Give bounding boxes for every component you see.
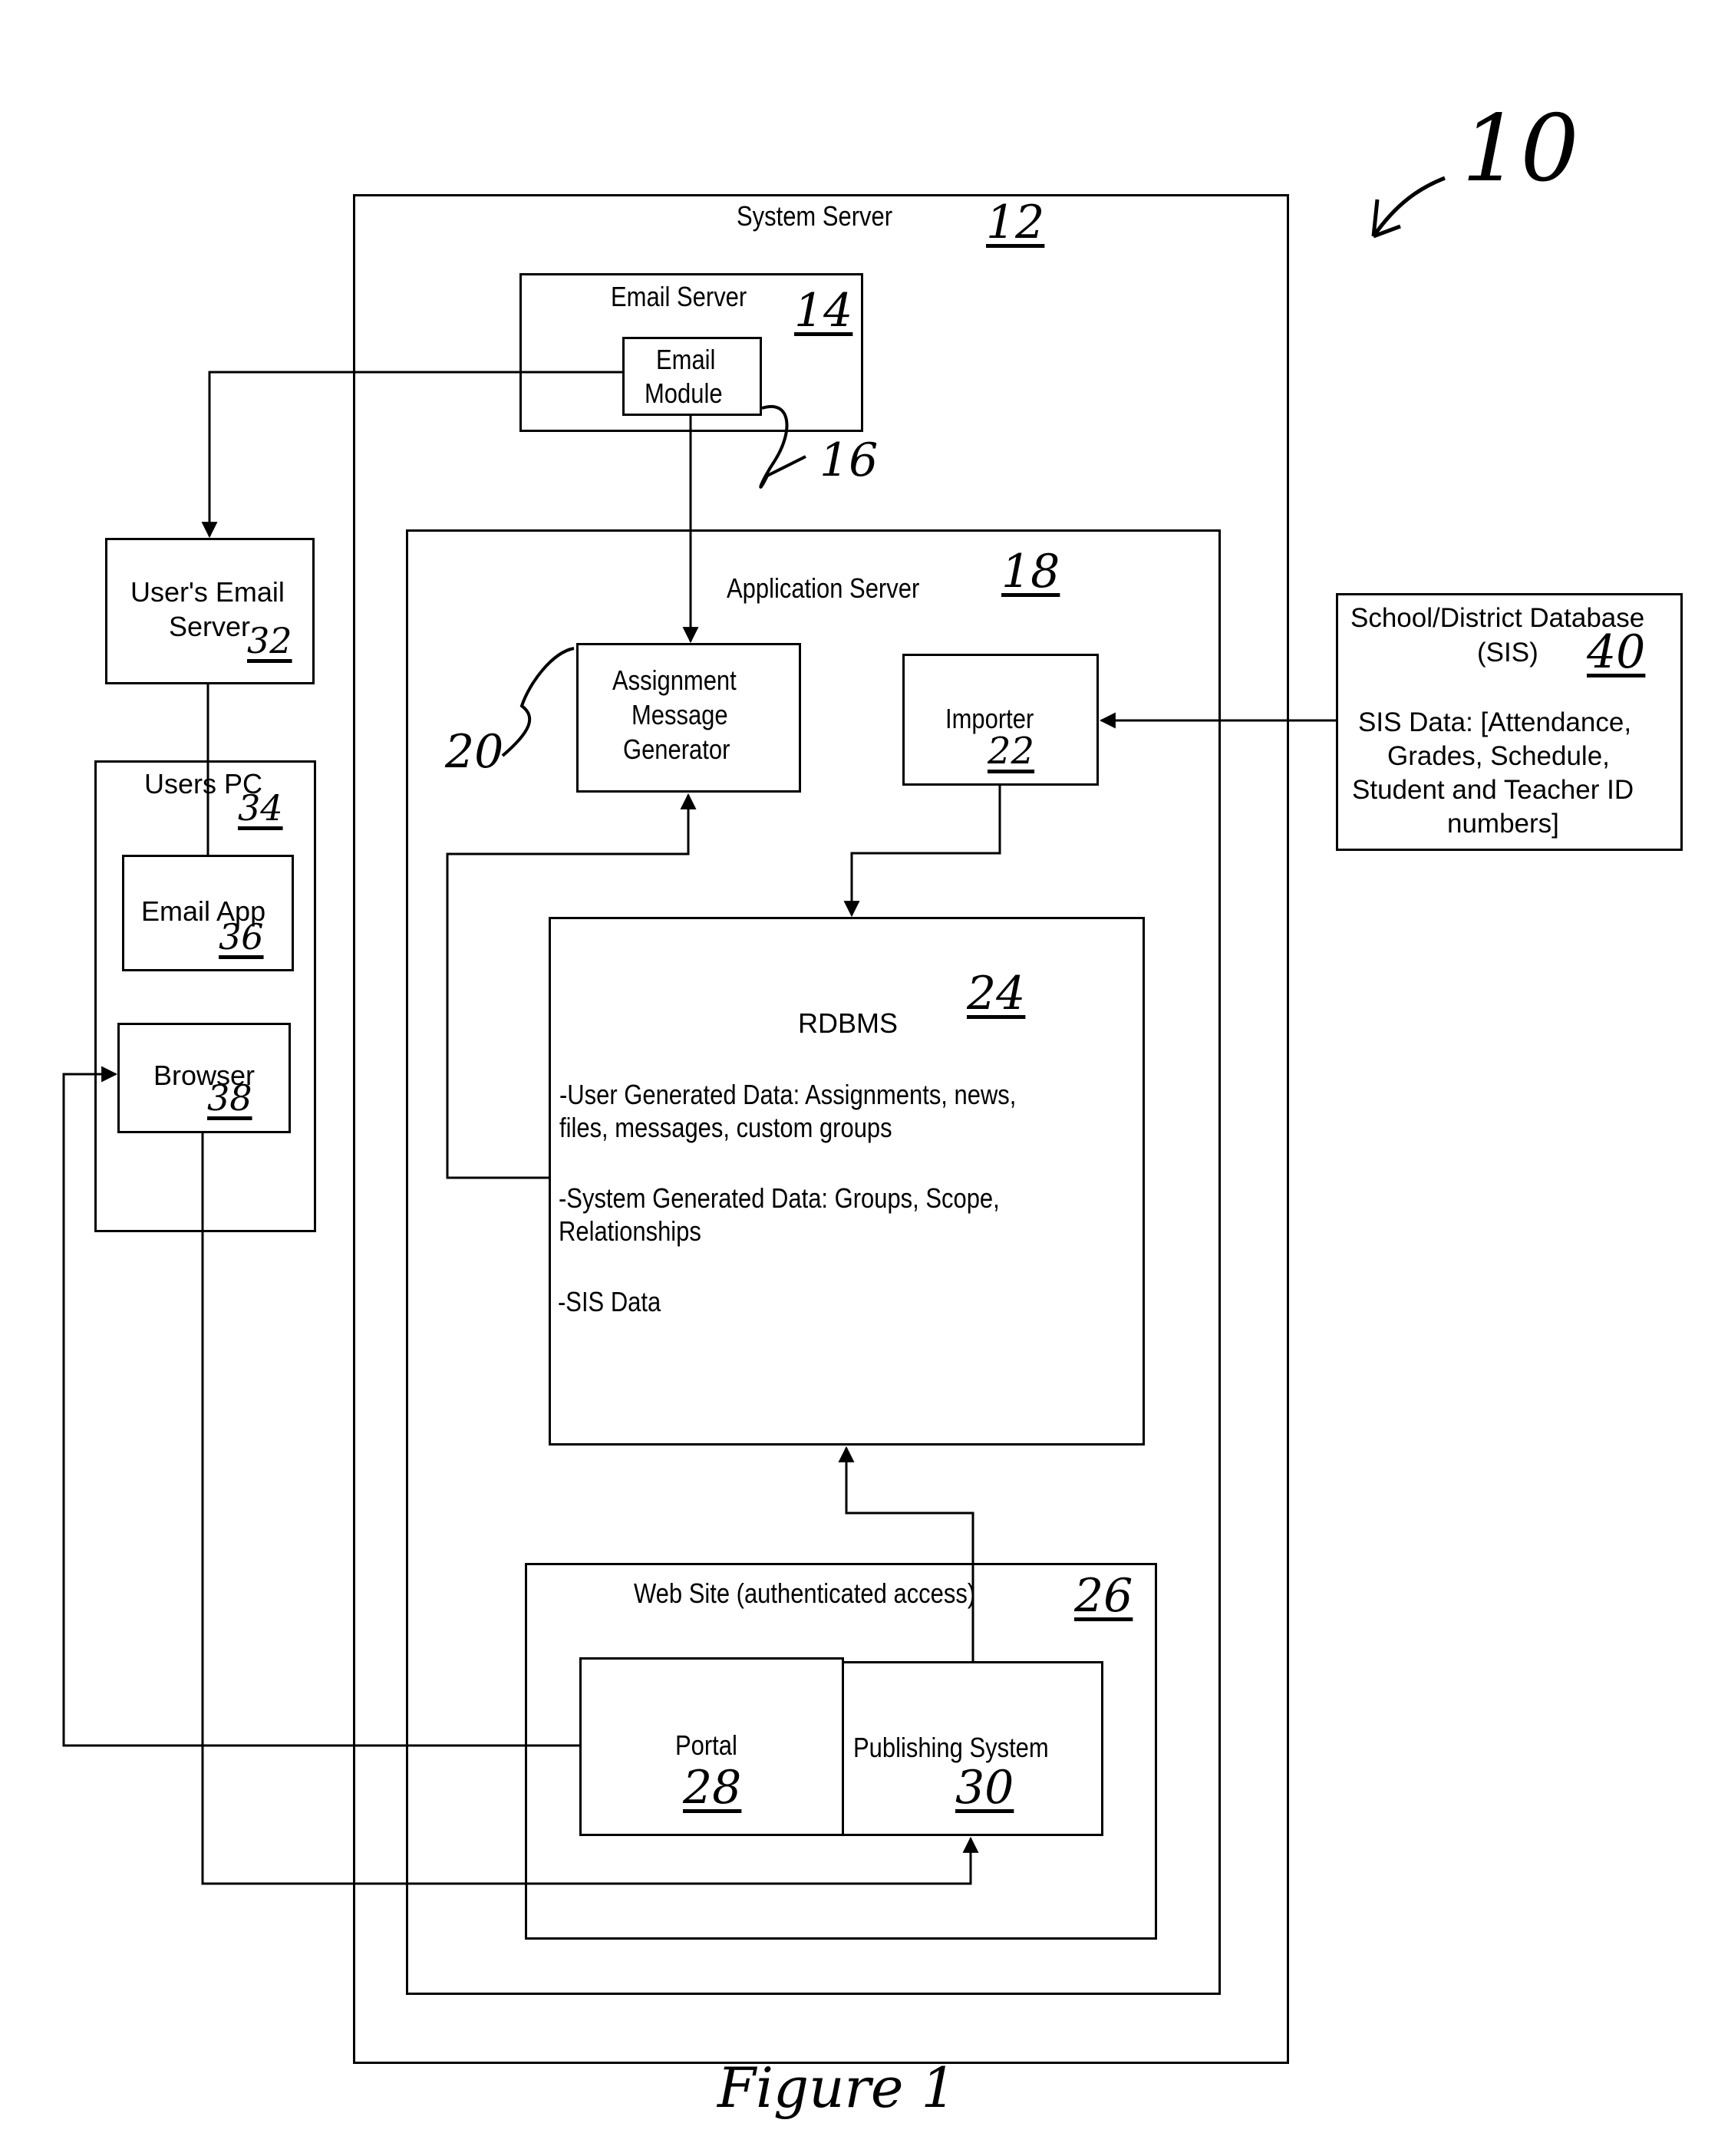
system-server-label: System Server	[737, 200, 893, 232]
users-email-server-label-line1: User's Email	[130, 576, 285, 608]
assignment-generator-label-line2: Message	[631, 699, 728, 730]
sis-data-line4: numbers]	[1447, 809, 1559, 839]
application-server-label: Application Server	[727, 572, 920, 604]
sis-data-line3: Student and Teacher ID	[1352, 775, 1634, 805]
assignment-generator-label-line1: Assignment	[612, 664, 737, 696]
email-module-label-line2: Module	[645, 377, 723, 409]
sis-database-ref: 40	[1587, 625, 1646, 679]
rdbms-item-user-data-line1: -User Generated Data: Assignments, news,	[559, 1079, 1017, 1110]
publishing-system-label: Publishing System	[853, 1732, 1049, 1763]
users-pc-box[interactable]	[94, 760, 316, 1232]
browser-ref: 38	[207, 1077, 252, 1119]
rdbms-item-user-data-line2: files, messages, custom groups	[559, 1112, 892, 1143]
email-server-ref: 14	[794, 284, 853, 338]
reference-10-arrow	[1371, 176, 1446, 239]
sis-database-label-line2: (SIS)	[1477, 638, 1538, 668]
email-server-label: Email Server	[611, 281, 747, 312]
email-app-ref: 36	[219, 916, 264, 958]
rdbms-ref: 24	[967, 967, 1026, 1020]
system-server-ref: 12	[986, 196, 1045, 249]
assignment-generator-ref: 20	[445, 725, 504, 779]
figure-caption: Figure 1	[717, 2055, 957, 2120]
email-module-ref: 16	[819, 434, 879, 487]
email-module-label-line1: Email	[656, 344, 716, 375]
importer-ref: 22	[988, 730, 1035, 773]
rdbms-item-system-data-line1: -System Generated Data: Groups, Scope,	[559, 1182, 1000, 1214]
sis-data-line2: Grades, Schedule,	[1387, 741, 1610, 771]
figure-reference-number: 10	[1462, 96, 1579, 203]
users-email-server-label-line2: Server	[169, 611, 251, 642]
rdbms-item-sis-data: -SIS Data	[558, 1286, 661, 1317]
portal-label: Portal	[675, 1729, 737, 1761]
publishing-system-ref: 30	[955, 1761, 1014, 1815]
users-pc-ref: 34	[238, 787, 283, 829]
rdbms-label: RDBMS	[798, 1007, 899, 1039]
assignment-generator-label-line3: Generator	[623, 734, 730, 765]
web-site-ref: 26	[1074, 1569, 1133, 1623]
portal-ref: 28	[683, 1761, 742, 1815]
users-email-server-ref: 32	[247, 620, 292, 661]
web-site-label: Web Site (authenticated access)	[634, 1577, 976, 1609]
application-server-ref: 18	[1001, 545, 1060, 598]
rdbms-item-system-data-line2: Relationships	[559, 1215, 701, 1247]
sis-data-line1: SIS Data: [Attendance,	[1358, 707, 1632, 737]
